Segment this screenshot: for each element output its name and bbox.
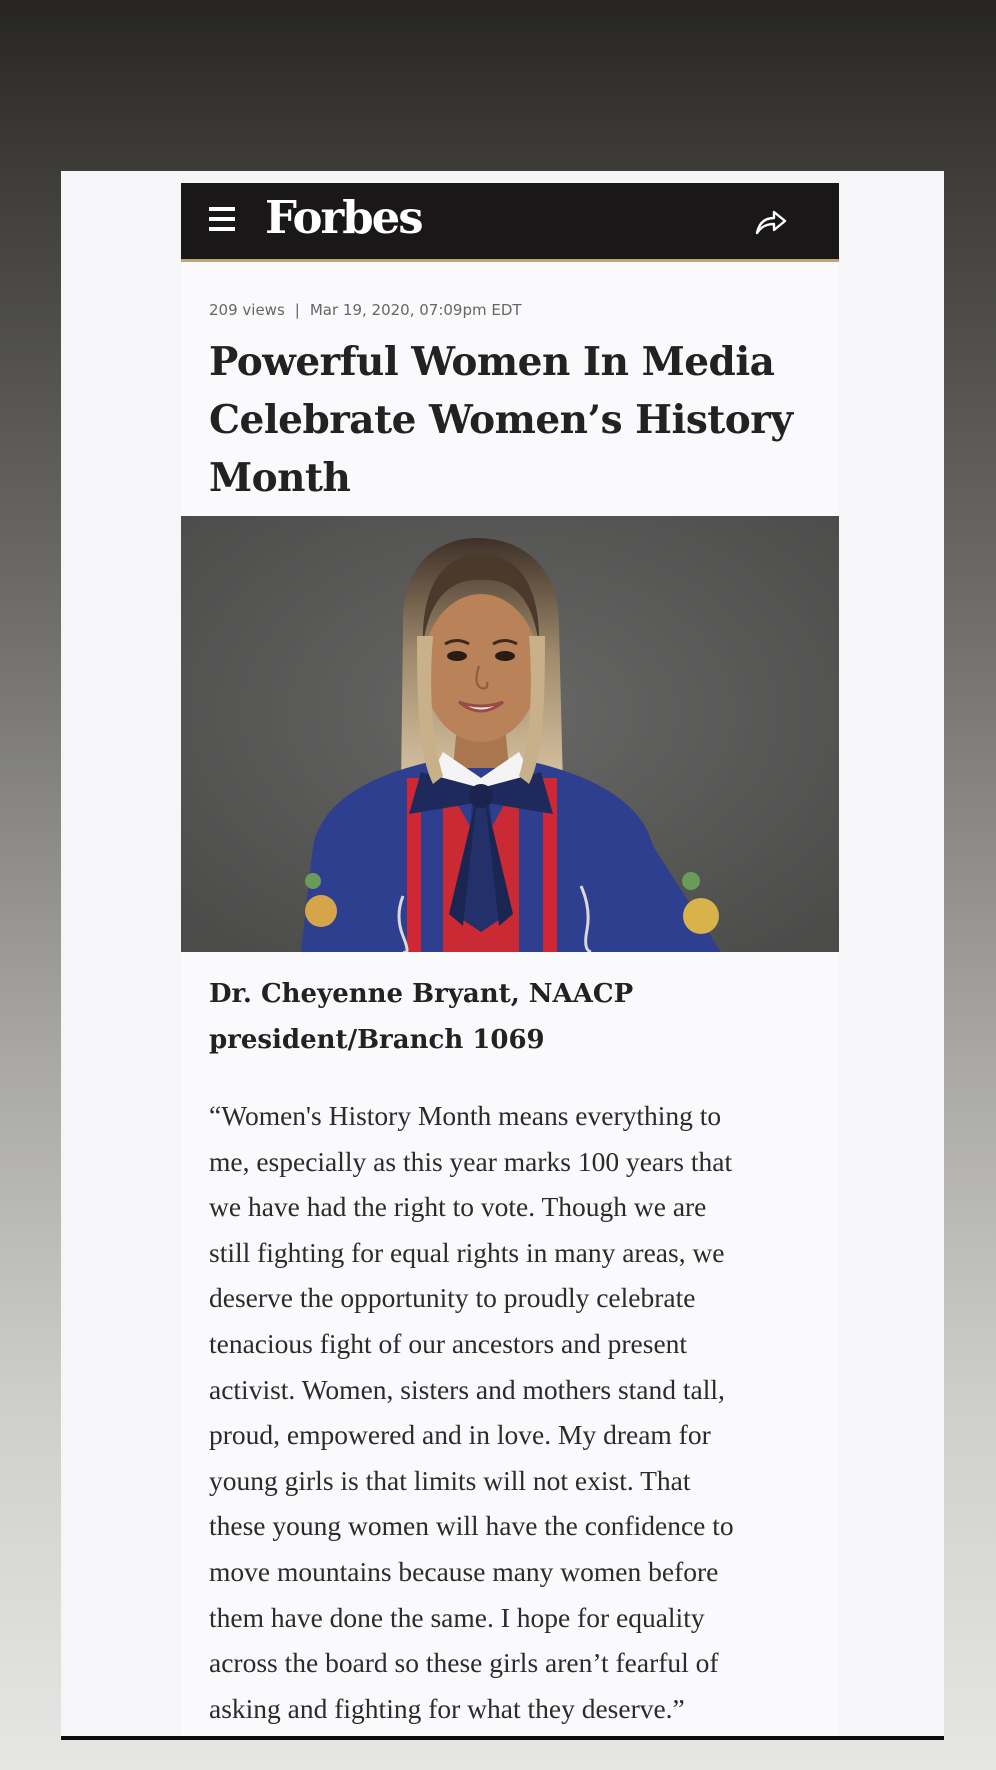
quote-line: proud, empowered and in love. My dream f…: [209, 1419, 711, 1451]
article-meta: 209 views | Mar 19, 2020, 07:09pm EDT: [209, 301, 522, 319]
quote-line: “Women's History Month means everything …: [209, 1100, 722, 1131]
story-card: Forbes 209 views | Mar 19, 2020, 07:09pm E…: [61, 171, 944, 1737]
headline-line: Celebrate Women’s History: [209, 397, 793, 443]
forbes-article-page: Forbes 209 views | Mar 19, 2020, 07:09pm E…: [181, 183, 839, 1737]
quote-line: we have had the right to vote. Though we…: [209, 1191, 707, 1223]
view-count: 209 views: [209, 301, 285, 319]
quote-line: young girls is that limits will not exis…: [209, 1464, 691, 1496]
quote-line: these young women will have the confiden…: [209, 1510, 734, 1542]
quote-line: across the board so these girls aren’t f…: [209, 1647, 719, 1679]
portrait-photo: [181, 516, 839, 952]
quote-line: tenacious fight of our ancestors and pre…: [209, 1327, 688, 1359]
quote-line: move mountains because many women before: [209, 1555, 719, 1587]
meta-separator: |: [294, 301, 300, 319]
quote-line: still fighting for equal rights in many …: [209, 1236, 725, 1268]
caption-line: president/Branch 1069: [209, 1025, 545, 1055]
article-headline: Powerful Women In Media Celebrate Women’…: [209, 333, 809, 507]
quote-line: them have done the same. I hope for equa…: [209, 1601, 705, 1633]
quote-line: me, especially as this year marks 100 ye…: [209, 1145, 733, 1177]
headline-line: Month: [209, 455, 351, 501]
hamburger-menu-icon[interactable]: [209, 207, 235, 231]
caption-line: Dr. Cheyenne Bryant, NAACP: [209, 979, 634, 1009]
card-bottom-border: [61, 1736, 944, 1740]
forbes-header-bar: Forbes: [181, 183, 839, 262]
quote-line: asking and fighting for what they deserv…: [209, 1692, 685, 1724]
publish-date: Mar 19, 2020, 07:09pm EDT: [309, 301, 522, 319]
quote-paragraph: “Women's History Month means everything …: [209, 1093, 819, 1731]
photo-caption: Dr. Cheyenne Bryant, NAACP president/Bra…: [209, 971, 809, 1063]
forbes-logo[interactable]: Forbes: [265, 191, 424, 244]
quote-line: deserve the opportunity to proudly celeb…: [209, 1282, 696, 1314]
share-arrow-icon[interactable]: [753, 205, 789, 237]
portrait-illustration: [181, 516, 839, 952]
quote-line: activist. Women, sisters and mothers sta…: [209, 1373, 725, 1405]
headline-line: Powerful Women In Media: [209, 339, 775, 385]
